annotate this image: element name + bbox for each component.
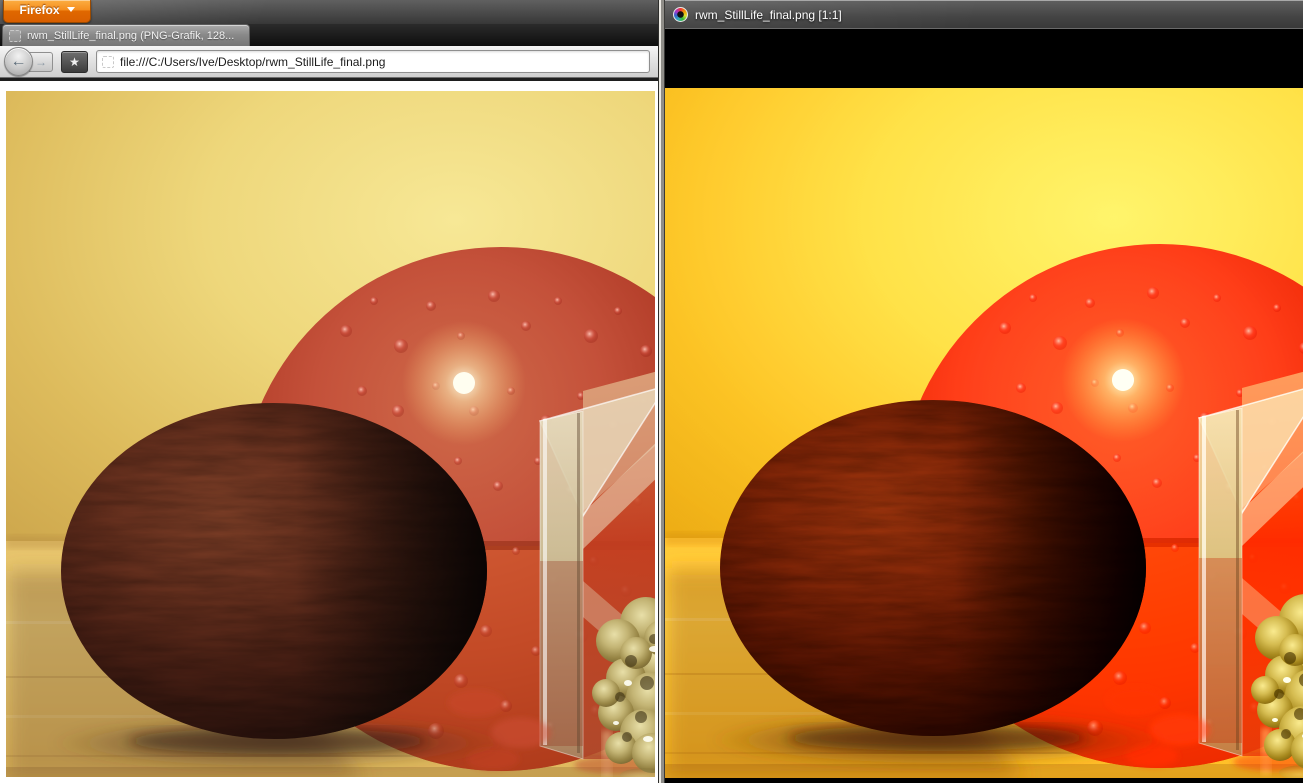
star-icon: ★ bbox=[69, 55, 80, 69]
firefox-app-menu-button[interactable]: Firefox bbox=[3, 0, 91, 23]
tab-title: rwm_StillLife_final.png (PNG-Grafik, 128… bbox=[27, 30, 234, 42]
firefox-app-menu-label: Firefox bbox=[19, 3, 59, 17]
tab-strip: rwm_StillLife_final.png (PNG-Grafik, 128… bbox=[0, 24, 658, 46]
url-text: file:///C:/Users/Ive/Desktop/rwm_StillLi… bbox=[120, 55, 385, 69]
address-bar[interactable]: file:///C:/Users/Ive/Desktop/rwm_StillLi… bbox=[96, 50, 650, 73]
site-identity-placeholder-icon bbox=[102, 56, 114, 68]
viewer-app-icon bbox=[673, 7, 688, 22]
back-button[interactable]: ← bbox=[4, 47, 33, 76]
desktop: Firefox rwm_StillLife_final.png (PNG-Gra… bbox=[0, 0, 1303, 783]
firefox-titlebar[interactable]: Firefox rwm_StillLife_final.png (PNG-Gra… bbox=[0, 0, 658, 46]
still-life-scene-copy bbox=[665, 88, 1303, 778]
still-life-scene bbox=[6, 91, 655, 777]
viewer-letterbox bbox=[665, 30, 1303, 88]
dropdown-caret-icon bbox=[67, 7, 75, 12]
back-arrow-icon: ← bbox=[11, 53, 27, 70]
viewer-inner: rwm_StillLife_final.png [1:1] bbox=[665, 0, 1303, 783]
firefox-window: Firefox rwm_StillLife_final.png (PNG-Gra… bbox=[0, 0, 658, 783]
window-border bbox=[658, 0, 665, 783]
viewer-titlebar[interactable]: rwm_StillLife_final.png [1:1] bbox=[665, 0, 1303, 29]
browser-content-area bbox=[0, 81, 658, 783]
rendered-image-right[interactable] bbox=[665, 88, 1303, 783]
missing-favicon-icon bbox=[9, 30, 21, 42]
rendered-image-left[interactable] bbox=[6, 91, 655, 777]
navigation-toolbar: ← → ★ file:///C:/Users/Ive/Desktop/rwm_S… bbox=[0, 46, 658, 78]
forward-arrow-icon: → bbox=[35, 55, 47, 69]
image-viewer-window: rwm_StillLife_final.png [1:1] bbox=[658, 0, 1303, 783]
bookmark-button[interactable]: ★ bbox=[61, 51, 88, 73]
tab-stilllife-image[interactable]: rwm_StillLife_final.png (PNG-Grafik, 128… bbox=[2, 24, 250, 46]
viewer-title: rwm_StillLife_final.png [1:1] bbox=[695, 8, 842, 22]
